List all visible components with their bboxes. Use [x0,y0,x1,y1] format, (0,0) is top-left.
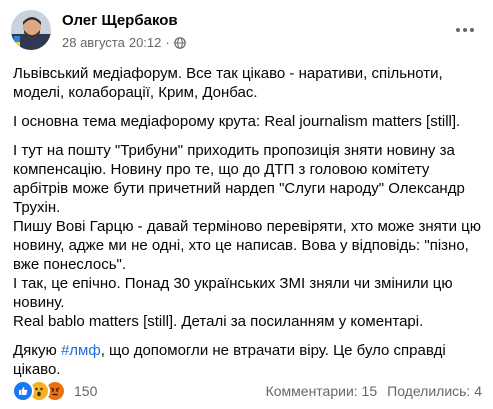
author-name[interactable]: Олег Щербаков [62,12,178,29]
more-dot [470,28,474,32]
post-paragraph: І так, це епічно. Понад 30 українських З… [13,275,453,311]
post-stats: Комментарии: 15 Поделились: 4 [266,383,482,399]
post-closing: Дякую #лмф, що допомогли не втрачати вір… [13,341,483,379]
post-paragraph: І основна тема медіафорому крута: Real j… [13,113,461,130]
post-paragraph: Real bablo matters [still]. Деталі за по… [13,313,424,330]
avatar-image [11,10,51,50]
avatar[interactable] [11,10,51,50]
post-paragraph: І тут на пошту "Трибуни" приходить пропо… [13,142,465,216]
meta-separator: · [165,35,170,50]
closing-text-before: Дякую [13,342,61,359]
reaction-count: 150 [74,383,98,399]
hashtag-link[interactable]: #лмф [61,342,101,359]
post-date[interactable]: 28 августа [62,35,125,50]
more-dot [456,28,460,32]
comments-count[interactable]: Комментарии: 15 [266,383,378,399]
like-icon [12,380,34,402]
reactions-summary[interactable]: 150 [12,380,97,402]
globe-icon[interactable] [173,36,186,49]
facebook-post: Олег Щербаков 28 августа 20:12 · Львівсь… [0,0,493,409]
post-paragraph: Львівський медіафорум. Все так цікаво - … [13,65,443,101]
post-time[interactable]: 20:12 [129,35,162,50]
post-footer: 150 Комментарии: 15 Поделились: 4 [12,378,482,404]
post-paragraph: Пишу Вові Гарцю - давай терміново переві… [13,218,482,273]
more-dot [463,28,467,32]
post-meta: 28 августа 20:12 · [62,35,186,50]
post-content: Львівський медіафорум. Все так цікаво - … [13,64,483,389]
shares-count[interactable]: Поделились: 4 [387,383,482,399]
more-options-icon[interactable] [451,20,479,40]
